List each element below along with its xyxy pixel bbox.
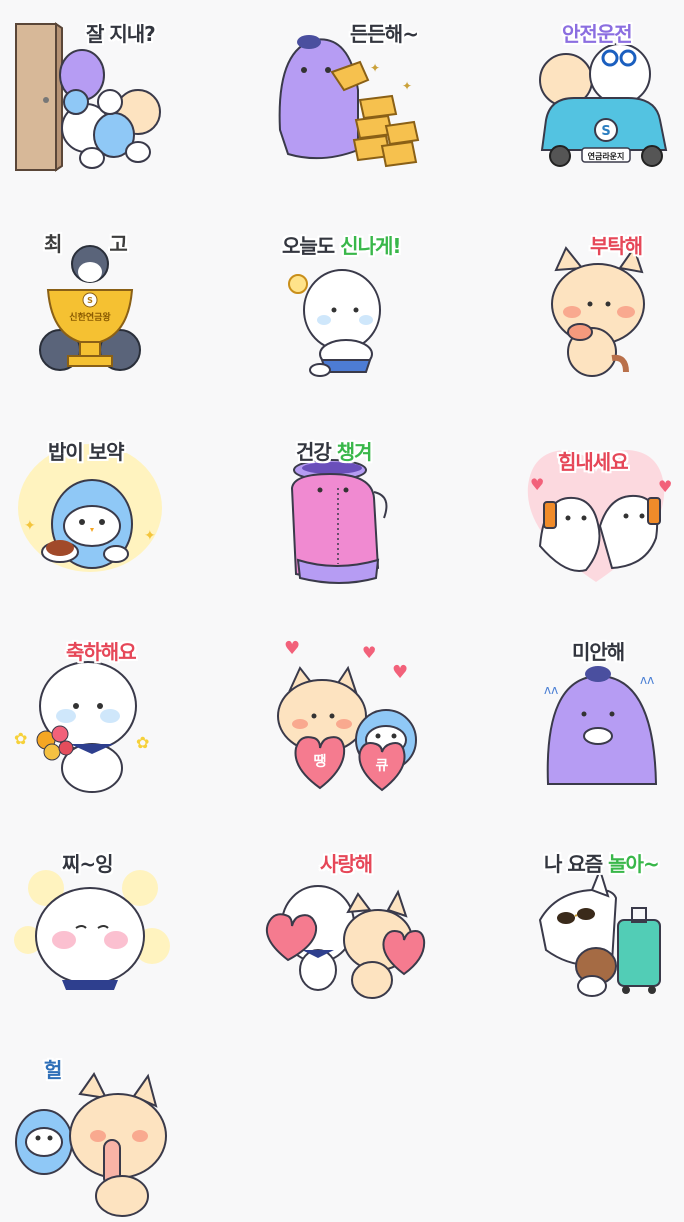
svg-text:✿: ✿ [136,733,149,752]
svg-text:♥: ♥ [530,475,544,494]
sticker-caption: 헐 [44,1058,62,1082]
sticker-sorry[interactable]: ʌʌ ʌʌ 미안해 [516,628,676,798]
sticker-caption: 힘내세요 [558,450,629,474]
sticker-caption: 찌~잉 [62,852,114,876]
svg-text:♥: ♥ [658,477,672,496]
sticker-caption: 오늘도 신나게! [282,234,402,258]
svg-text:♥: ♥ [284,638,300,659]
sticker-caption: 부탁해 [590,234,643,258]
sticker-caption: 최고 [44,232,128,256]
sticker-enjoying-life[interactable]: 나 요즘 놀아~ [516,840,676,1010]
svg-text:S: S [601,124,610,139]
sticker-caption: 잘 지내? [86,22,156,46]
sticker-have-fun-today[interactable]: 오늘도 신나게! [262,222,422,392]
svg-text:✦: ✦ [144,528,156,544]
heart-balloons-icon: ♥ ♥ ♥ 땡 큐 [277,638,417,792]
sticker-caption: 건강 챙겨 [296,440,373,464]
sticker-love-you[interactable]: 사랑해 [262,840,426,1010]
sticker-stay-healthy[interactable]: 건강 챙겨 [262,428,422,598]
svg-text:땡: 땡 [314,753,327,770]
sticker-caption: 나 요즘 놀아~ [544,852,660,876]
svg-text:큐: 큐 [376,758,389,774]
sticker-caption: 밥이 보약 [48,440,125,464]
sticker-caption: 미안해 [572,640,625,664]
sticker-secure[interactable]: ✦ ✦ 든든해~ [262,10,422,180]
svg-text:ʌʌ: ʌʌ [640,673,654,687]
sticker-caption: 안전운전 [562,22,633,46]
svg-text:✿: ✿ [14,729,27,748]
sticker-omg[interactable]: 헐 [10,1052,170,1222]
svg-text:✦: ✦ [370,61,380,75]
svg-text:신한연금왕: 신한연금왕 [69,311,111,323]
svg-text:S: S [87,296,93,305]
sticker-rice-is-medicine[interactable]: ✦ ✦ 밥이 보약 [10,428,170,598]
svg-text:ʌʌ: ʌʌ [544,683,558,697]
sticker-caption: 사랑해 [320,852,373,876]
sticker-safe-driving[interactable]: S 연금라운지 안전운전 [516,10,676,180]
sticker-the-best[interactable]: S 신한연금왕 최고 [10,222,170,392]
svg-text:♥: ♥ [392,662,408,683]
sticker-caption: 축하해요 [66,640,137,664]
owl-cat-shock-icon [15,1072,167,1217]
sticker-congratulations[interactable]: ✿ ✿ 축하해요 [10,628,170,798]
sticker-grid: 잘 지내? ✦ ✦ 든든해~ S 연금라운지 안전운전 S 신한연금왕 최 고 … [0,0,684,1217]
svg-text:♥: ♥ [362,643,376,662]
sticker-thank-you[interactable]: ♥ ♥ ♥ 땡 큐 [262,628,422,798]
svg-text:✦: ✦ [24,518,36,534]
svg-text:연금라운지: 연금라운지 [588,151,625,161]
sticker-caption: 든든해~ [350,22,419,46]
svg-text:✦: ✦ [402,79,412,93]
sticker-cheer-up[interactable]: ♥ ♥ 힘내세요 [516,428,676,598]
sticker-touched[interactable]: 찌~잉 [10,840,170,1010]
sticker-please[interactable]: 부탁해 [516,222,676,392]
sticker-how-are-you[interactable]: 잘 지내? [10,10,170,180]
